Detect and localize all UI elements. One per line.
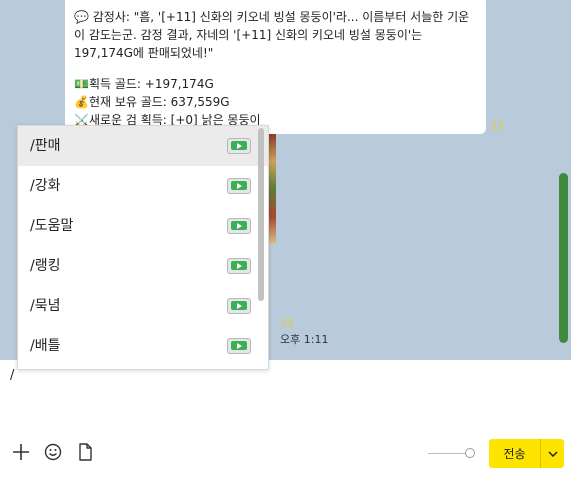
ticket-icon — [227, 338, 251, 354]
command-label: /묵념 — [30, 298, 61, 314]
message-text-3: 💰현재 보유 골드: 637,559G — [74, 95, 230, 109]
ticket-icon — [227, 298, 251, 314]
command-label: /판매 — [30, 138, 61, 154]
popup-scrollbar[interactable] — [258, 128, 264, 301]
read-count: 11 — [491, 121, 504, 132]
send-button[interactable]: 전송 — [489, 439, 540, 468]
message-text-1: 💬 감정사: "흠, '[+11] 신화의 키오네 빙설 몽둥이'라... 이름… — [74, 10, 470, 60]
chat-scrollbar[interactable] — [559, 173, 568, 343]
message-input[interactable]: / — [10, 368, 560, 428]
message-time: 오후 1:11 — [280, 333, 329, 346]
ticket-icon — [227, 178, 251, 194]
command-popup: /판매 /강화 /도움말 /랭킹 /묵념 /배틀 — [17, 125, 269, 370]
message-text-2: 💵획득 골드: +197,174G — [74, 77, 214, 91]
ticket-icon — [227, 138, 251, 154]
ticket-icon — [227, 218, 251, 234]
file-icon[interactable] — [74, 441, 96, 463]
read-count: 11 — [281, 318, 294, 329]
command-item-ranking[interactable]: /랭킹 — [18, 246, 268, 286]
slider-track[interactable] — [428, 453, 468, 454]
command-item-sell[interactable]: /판매 — [18, 126, 268, 166]
emoji-icon[interactable] — [42, 441, 64, 463]
command-item-battle[interactable]: /배틀 — [18, 326, 268, 366]
command-label: /랭킹 — [30, 258, 61, 274]
chevron-down-icon — [547, 450, 558, 457]
command-item-help[interactable]: /도움말 — [18, 206, 268, 246]
ticket-icon — [227, 258, 251, 274]
send-options-button[interactable] — [540, 439, 564, 468]
command-label: /도움말 — [30, 218, 74, 234]
message-bubble[interactable]: 💬 감정사: "흠, '[+11] 신화의 키오네 빙설 몽둥이'라... 이름… — [65, 0, 486, 134]
command-label: /강화 — [30, 178, 61, 194]
command-label: /배틀 — [30, 338, 61, 354]
slider-thumb[interactable] — [465, 448, 475, 458]
command-item-silence[interactable]: /묵념 — [18, 286, 268, 326]
plus-icon[interactable] — [10, 441, 32, 463]
command-item-enhance[interactable]: /강화 — [18, 166, 268, 206]
